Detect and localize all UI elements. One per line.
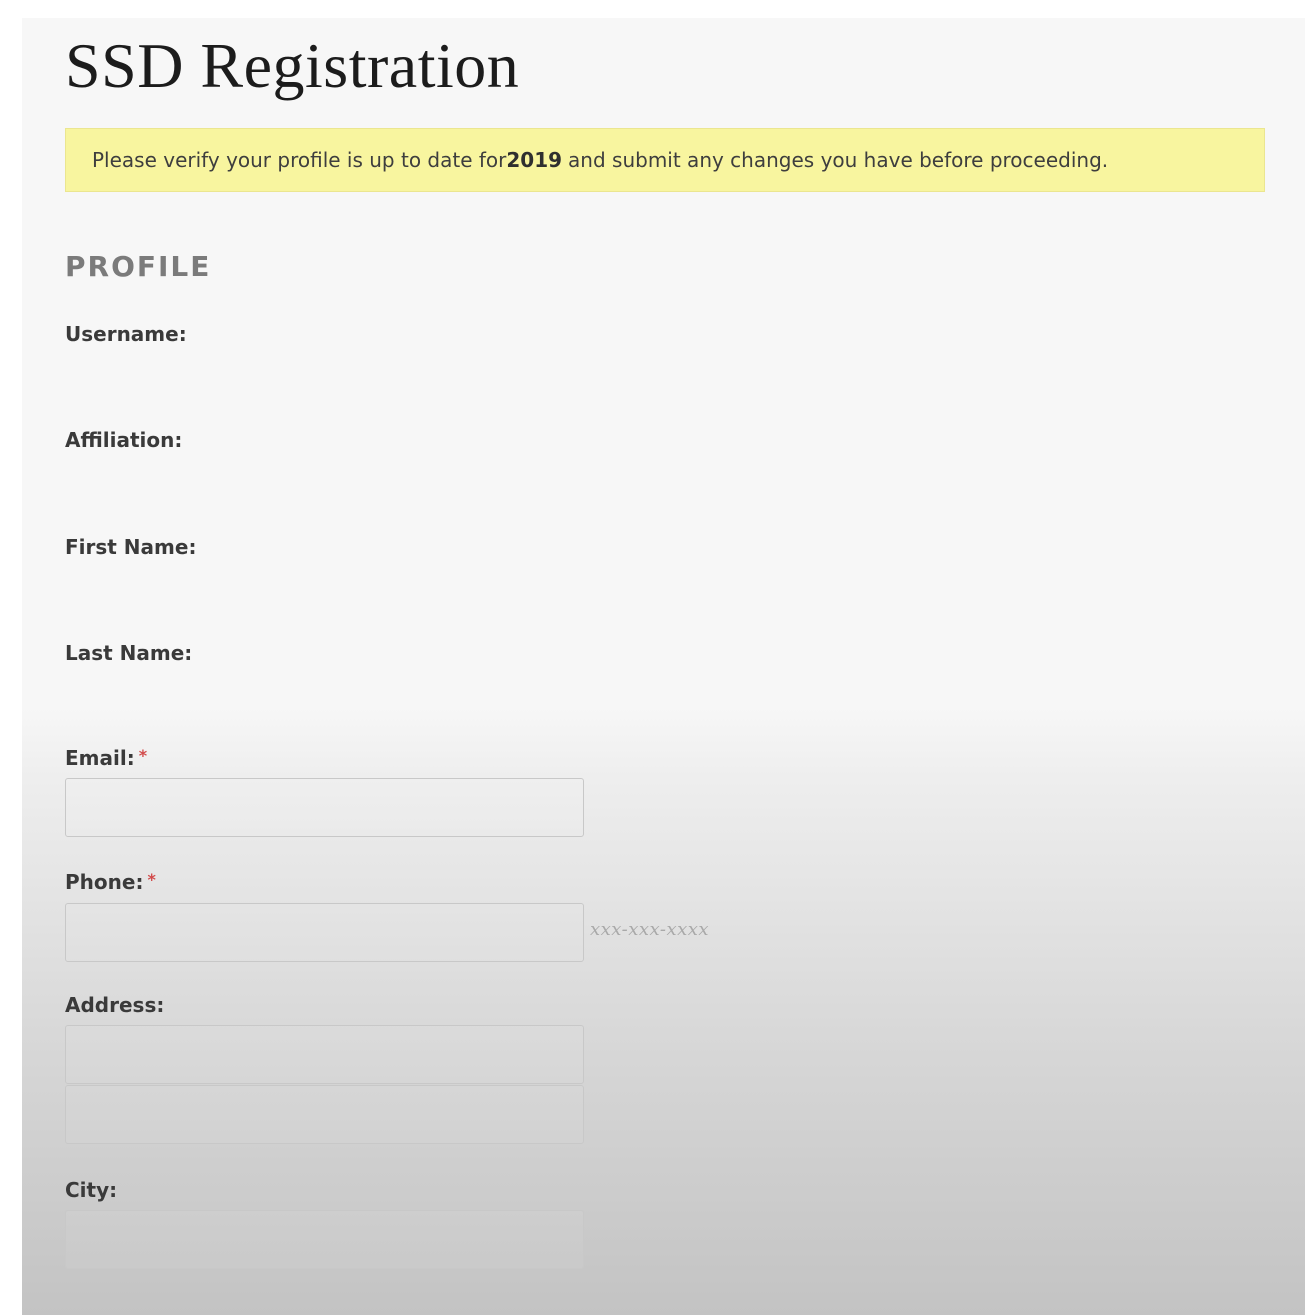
last-name-label: Last Name: [65,641,193,665]
email-field[interactable] [65,778,584,837]
phone-format-hint: xxx-xxx-xxxx [590,919,710,940]
phone-required-marker: * [147,870,156,889]
city-label: City: [65,1178,118,1202]
email-label-text: Email: [65,746,135,770]
address-line1-field[interactable] [65,1025,584,1084]
affiliation-label: Affiliation: [65,428,183,452]
first-name-label: First Name: [65,535,197,559]
notice-text-after: and submit any changes you have before p… [568,148,1109,172]
phone-label: Phone: * [65,870,156,894]
username-label: Username: [65,322,187,346]
notice-text-before: Please verify your profile is up to date… [92,148,507,172]
page-title: SSD Registration [65,30,520,101]
email-required-marker: * [138,746,148,765]
phone-field[interactable] [65,903,584,962]
profile-notice-banner: Please verify your profile is up to date… [65,128,1265,192]
phone-label-text: Phone: [65,870,144,894]
profile-section-title: PROFILE [65,250,212,283]
address-line2-field[interactable] [65,1085,584,1144]
address-label: Address: [65,993,165,1017]
email-label: Email: * [65,746,147,770]
registration-page: SSD Registration Please verify your prof… [22,18,1305,1315]
city-field[interactable] [65,1210,584,1269]
notice-year: 2019 [506,148,563,172]
